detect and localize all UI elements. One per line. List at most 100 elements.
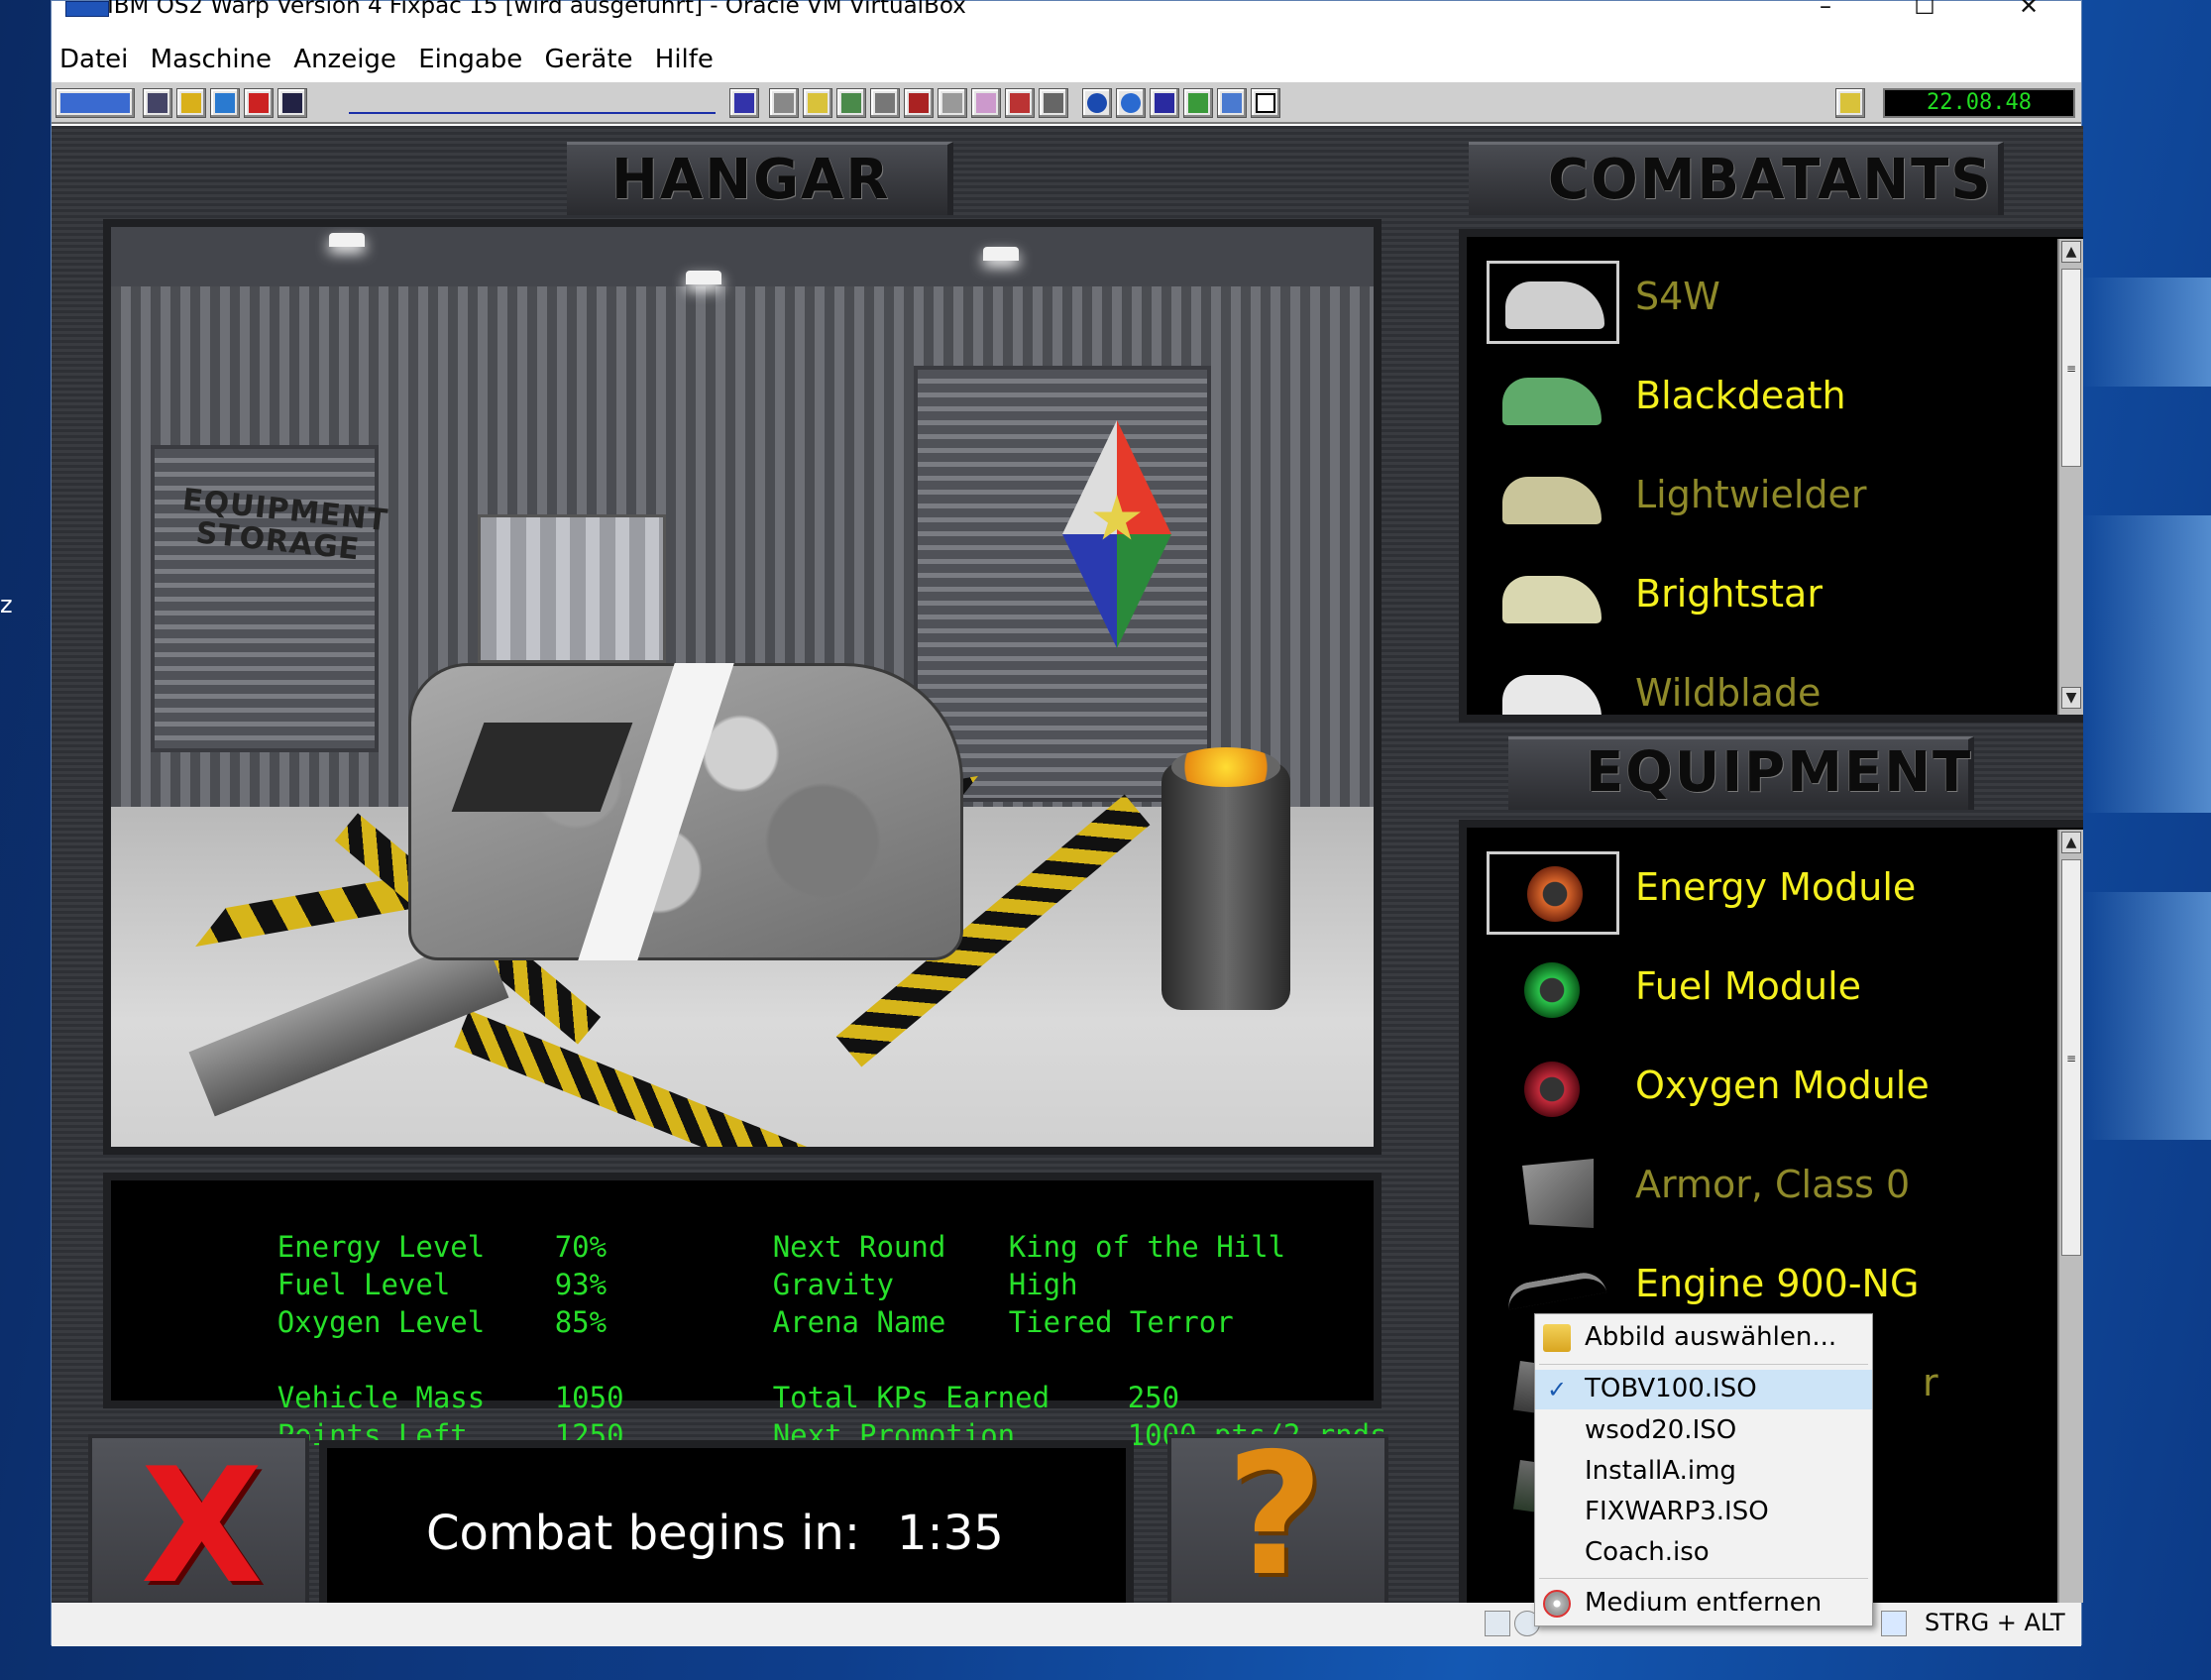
image-menu-item[interactable]: Coach.iso bbox=[1535, 1533, 1872, 1573]
equipment-item[interactable]: Oxygen Module bbox=[1487, 1046, 2042, 1133]
hangar-title: HANGAR bbox=[611, 148, 891, 212]
folder-icon[interactable] bbox=[803, 88, 832, 118]
maintenance-robot bbox=[1161, 762, 1290, 1010]
tank-thumbnail bbox=[1487, 360, 1619, 443]
armor-plate-icon bbox=[1487, 1149, 1619, 1232]
virtualbox-app-icon bbox=[65, 1, 109, 17]
menu-item-label: Medium entfernen bbox=[1585, 1588, 1823, 1618]
combatants-list[interactable]: S4W Blackdeath Lightwielder Brightstar W… bbox=[1459, 229, 2083, 723]
combatants-scrollbar[interactable]: ▲ ≡ ▼ bbox=[2057, 239, 2083, 715]
clock: 22.08.48 bbox=[1883, 88, 2075, 118]
system-setup-icon[interactable] bbox=[836, 88, 866, 118]
combatant-name: Blackdeath bbox=[1635, 374, 1846, 417]
equipment-name: Energy Module bbox=[1635, 865, 1917, 909]
connections-icon[interactable] bbox=[1039, 88, 1068, 118]
templates-icon[interactable] bbox=[870, 88, 900, 118]
host-key-label: STRG + ALT bbox=[1925, 1609, 2065, 1636]
image-menu-item[interactable]: InstallA.img bbox=[1535, 1452, 1872, 1492]
combatant-name: Lightwielder bbox=[1635, 473, 1867, 516]
tank-thumbnail bbox=[1487, 657, 1619, 715]
cancel-x-icon[interactable]: X bbox=[141, 1447, 263, 1604]
combatant-item[interactable]: Blackdeath bbox=[1487, 356, 2042, 443]
choose-image-menu-item[interactable]: Abbild auswählen... bbox=[1535, 1318, 1872, 1358]
stat-value: Tiered Terror bbox=[1008, 1305, 1234, 1339]
combatant-item[interactable]: Lightwielder bbox=[1487, 455, 2042, 542]
menu-hilfe[interactable]: Hilfe bbox=[655, 45, 714, 74]
combatant-name: Brightstar bbox=[1635, 572, 1823, 616]
menu-maschine[interactable]: Maschine bbox=[151, 45, 272, 74]
shredder-icon[interactable] bbox=[244, 88, 274, 118]
ceiling-lamp bbox=[329, 233, 365, 247]
menu-eingabe[interactable]: Eingabe bbox=[418, 45, 522, 74]
robot-dome bbox=[1171, 747, 1280, 787]
menu-geraete[interactable]: Geräte bbox=[545, 45, 633, 74]
combatant-name: Wildblade bbox=[1635, 671, 1822, 715]
equipment-title: EQUIPMENT bbox=[1586, 740, 1973, 805]
minimize-icon[interactable]: – bbox=[1806, 0, 1845, 18]
help-question-icon[interactable]: ? bbox=[1226, 1426, 1324, 1603]
combatant-item[interactable]: Brightstar bbox=[1487, 554, 2042, 641]
vehicle-stats-panel: Energy Level 70% Fuel Level 93% Oxygen Lev… bbox=[103, 1173, 1387, 1452]
countdown-label: Combat begins in: bbox=[426, 1506, 861, 1561]
equipment-name: Fuel Module bbox=[1635, 964, 1862, 1008]
scroll-down-icon[interactable]: ▼ bbox=[2061, 687, 2081, 709]
os2-window-icon[interactable] bbox=[1005, 88, 1035, 118]
configuration-icon[interactable] bbox=[971, 88, 1001, 118]
scroll-up-icon[interactable]: ▲ bbox=[2061, 241, 2081, 263]
combatant-item[interactable]: S4W bbox=[1487, 257, 2042, 344]
globe-icon[interactable] bbox=[1082, 88, 1112, 118]
netscape-icon[interactable] bbox=[1116, 88, 1146, 118]
equipment-item[interactable]: Armor, Class 0 bbox=[1487, 1145, 2042, 1232]
title-bar[interactable]: IBM OS2 Warp Version 4 Fixpac 15 [wird a… bbox=[52, 0, 2081, 23]
window-frame-icon[interactable] bbox=[1251, 88, 1280, 118]
find-icon[interactable] bbox=[210, 88, 240, 118]
window-list-icon[interactable] bbox=[143, 88, 172, 118]
equipment-scrollbar[interactable]: ▲ ≡ ▼ bbox=[2057, 830, 2083, 1603]
picture-icon[interactable] bbox=[1217, 88, 1247, 118]
menu-anzeige[interactable]: Anzeige bbox=[293, 45, 396, 74]
image-menu-item[interactable]: ✓ TOBV100.ISO bbox=[1535, 1370, 1872, 1409]
combat-countdown: Combat begins in: 1:35 bbox=[319, 1440, 1134, 1603]
combatants-title: COMBATANTS bbox=[1548, 148, 1993, 212]
scroll-up-icon[interactable]: ▲ bbox=[2061, 832, 2081, 853]
host-key-arrow-icon bbox=[1881, 1611, 1907, 1636]
menu-item-label: wsod20.ISO bbox=[1585, 1415, 1737, 1445]
drive-icon[interactable] bbox=[729, 88, 759, 118]
chart-icon[interactable] bbox=[1183, 88, 1213, 118]
image-menu-item[interactable]: FIXWARP3.ISO bbox=[1535, 1493, 1872, 1532]
hard-disk-icon[interactable] bbox=[1485, 1611, 1510, 1636]
help-tool-icon[interactable] bbox=[1835, 88, 1865, 118]
menu-item-label: TOBV100.ISO bbox=[1585, 1374, 1757, 1403]
window-title: IBM OS2 Warp Version 4 Fixpac 15 [wird a… bbox=[107, 0, 966, 19]
os2-warp-logo-icon[interactable] bbox=[55, 88, 135, 118]
network-icon[interactable] bbox=[1150, 88, 1179, 118]
os2-toolbar: 22.08.48 bbox=[52, 80, 2081, 124]
monitor-graph-icon[interactable] bbox=[277, 88, 307, 118]
close-icon[interactable]: ✕ bbox=[2009, 0, 2048, 18]
combatant-item[interactable]: Wildblade bbox=[1487, 653, 2042, 715]
folder-image-icon bbox=[1543, 1324, 1571, 1352]
stat-label: Oxygen Level bbox=[276, 1305, 486, 1339]
scroll-thumb[interactable]: ≡ bbox=[2061, 269, 2081, 467]
menu-datei[interactable]: Datei bbox=[59, 45, 128, 74]
ceiling-lamp bbox=[686, 271, 721, 284]
equipment-item[interactable]: Fuel Module bbox=[1487, 947, 2042, 1034]
menu-item-label: FIXWARP3.ISO bbox=[1585, 1497, 1769, 1526]
equipment-item[interactable]: Energy Module bbox=[1487, 847, 2042, 935]
tank-thumbnail bbox=[1487, 459, 1619, 542]
scroll-thumb[interactable]: ≡ bbox=[2061, 859, 2081, 1256]
image-menu-item[interactable]: wsod20.ISO bbox=[1535, 1411, 1872, 1451]
virtualbox-window: IBM OS2 Warp Version 4 Fixpac 15 [wird a… bbox=[51, 0, 2083, 1646]
remove-medium-menu-item[interactable]: Medium entfernen bbox=[1535, 1584, 1872, 1624]
desktop-edge-letter: z bbox=[0, 591, 13, 618]
lock-icon[interactable] bbox=[176, 88, 206, 118]
drives-icon[interactable] bbox=[769, 88, 799, 118]
remove-disc-icon bbox=[1543, 1590, 1571, 1618]
maximize-icon[interactable]: ☐ bbox=[1905, 0, 1944, 18]
programs-icon[interactable] bbox=[904, 88, 934, 118]
tank-thumbnail bbox=[1487, 558, 1619, 641]
printer-icon[interactable] bbox=[938, 88, 967, 118]
menu-item-label: InstallA.img bbox=[1585, 1456, 1736, 1486]
countdown-value: 1:35 bbox=[897, 1506, 1004, 1561]
equipment-name: Engine 900-NG bbox=[1635, 1262, 1920, 1305]
